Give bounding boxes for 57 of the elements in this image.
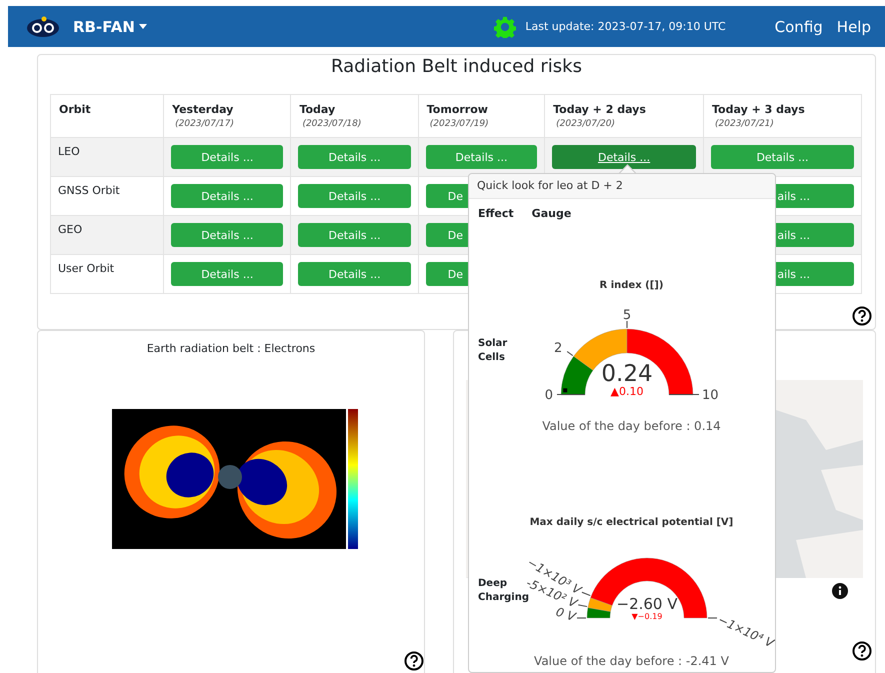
effect-label: Solar Cells xyxy=(477,337,508,365)
column-header: Today + 2 days xyxy=(553,103,646,116)
popover-header: Quick look for leo at D + 2 xyxy=(469,174,775,199)
details-button[interactable]: Details ... xyxy=(711,145,854,169)
panel-title: Earth radiation belt : Electrons xyxy=(146,342,316,355)
column-date: (2023/07/20) xyxy=(556,119,616,129)
tick-label: 0 xyxy=(544,388,552,403)
column-date: (2023/07/19) xyxy=(430,119,490,129)
brand-menu[interactable]: RB-FAN xyxy=(73,18,147,36)
column-header: Effect xyxy=(478,207,514,220)
orbit-label: GEO xyxy=(58,223,82,236)
help-icon[interactable] xyxy=(852,306,872,326)
tick-label: 2 xyxy=(554,340,562,356)
nav-link[interactable]: Help xyxy=(836,18,871,36)
details-button[interactable]: Details ... xyxy=(171,262,284,286)
details-button[interactable]: Details ... xyxy=(426,145,538,169)
column-header: Tomorrow xyxy=(426,103,488,116)
gear-icon[interactable] xyxy=(494,16,516,38)
tick-label: 5 xyxy=(622,308,631,323)
gauge-delta: ▲0.10 xyxy=(610,385,643,398)
last-update: Last update: 2023-07-17, 09:10 UTC xyxy=(525,20,726,33)
details-button[interactable]: Details ... xyxy=(171,184,284,208)
gauge-title: Max daily s/c electrical potential [V] xyxy=(530,517,734,528)
details-button[interactable]: Details ... xyxy=(298,262,411,286)
orbit-label: User Orbit xyxy=(58,262,114,275)
details-button[interactable]: Details ... xyxy=(552,145,696,169)
effect-label: Deep Charging xyxy=(477,578,528,605)
column-header: Gauge xyxy=(532,207,572,220)
column-date: (2023/07/17) xyxy=(175,119,236,129)
details-button[interactable]: Details ... xyxy=(171,223,284,247)
info-icon[interactable] xyxy=(832,583,848,599)
column-header: Orbit xyxy=(59,103,91,116)
details-button[interactable]: Details ... xyxy=(298,223,411,247)
day-before-value: Value of the day before : 0.14 xyxy=(542,419,721,433)
gauge-delta: ▼−0.19 xyxy=(631,612,662,621)
card-title: Radiation Belt induced risks xyxy=(330,55,583,79)
details-button[interactable]: Details ... xyxy=(171,145,284,169)
gauge-title: R index ([]) xyxy=(600,280,664,291)
gauge-value: −2.60 V xyxy=(616,595,677,613)
tick-label: 0 V xyxy=(554,604,577,624)
details-button[interactable]: Details ... xyxy=(298,145,411,169)
details-button[interactable]: Details ... xyxy=(298,184,411,208)
column-header: Yesterday xyxy=(172,103,234,116)
help-icon[interactable] xyxy=(404,651,424,671)
gauge-value: 0.24 xyxy=(600,361,652,387)
column-header: Today + 3 days xyxy=(712,103,805,116)
tick-label: 10 xyxy=(702,388,718,403)
caret-icon xyxy=(138,24,147,29)
day-before-value: Value of the day before : -2.41 V xyxy=(534,654,729,668)
orbit-label: LEO xyxy=(58,145,80,158)
column-date: (2023/07/18) xyxy=(302,119,362,129)
column-header: Today xyxy=(299,103,336,116)
help-icon[interactable] xyxy=(852,641,872,661)
column-date: (2023/07/21) xyxy=(715,119,775,129)
logo-icon xyxy=(26,16,61,38)
orbit-label: GNSS Orbit xyxy=(58,184,120,197)
nav-link[interactable]: Config xyxy=(774,18,823,36)
